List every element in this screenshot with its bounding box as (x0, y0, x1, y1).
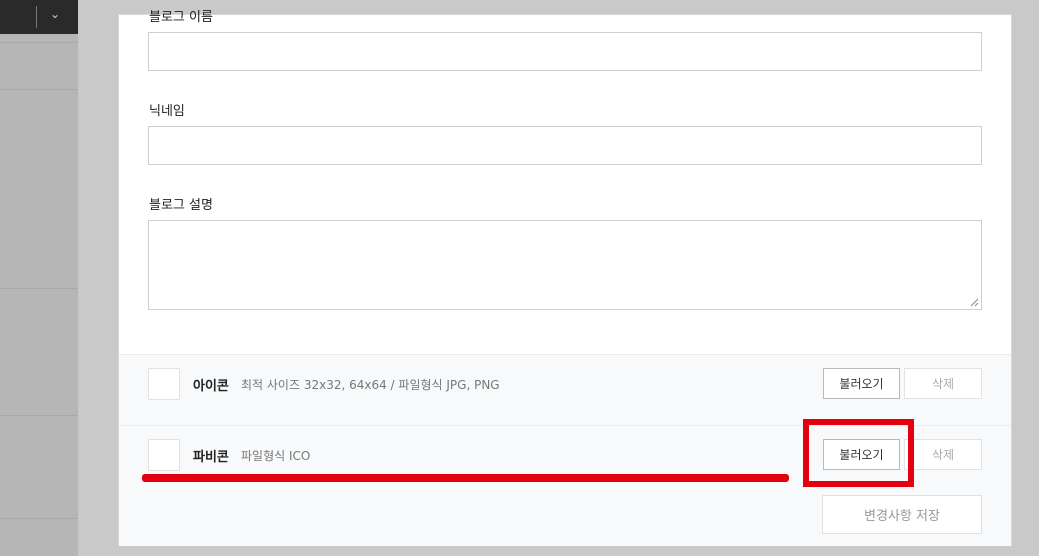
nickname-label: 닉네임 (149, 104, 185, 119)
chevron-down-icon[interactable]: ⌄ (50, 7, 60, 21)
background-divider (0, 42, 78, 43)
background-overlay (1022, 14, 1039, 556)
blog-description-textarea[interactable] (148, 220, 982, 310)
icon-preview (148, 368, 180, 400)
icon-upload-row: 아이콘 최적 사이즈 32x32, 64x64 / 파일형식 JPG, PNG … (119, 354, 1011, 426)
background-divider (0, 415, 78, 416)
blog-settings-panel: 블로그 이름 닉네임 블로그 설명 아이콘 최적 사이즈 32x32, 64x6… (118, 10, 1012, 546)
icon-delete-button[interactable]: 삭제 (904, 368, 982, 399)
favicon-description: 파일형식 ICO (241, 449, 311, 463)
blog-description-label: 블로그 설명 (149, 198, 213, 213)
favicon-delete-button[interactable]: 삭제 (904, 439, 982, 470)
topbar-divider (36, 6, 37, 28)
favicon-preview (148, 439, 180, 471)
settings-footer: 변경사항 저장 (119, 482, 1011, 546)
background-page: ⌄ (0, 0, 78, 556)
favicon-load-button[interactable]: 불러오기 (823, 439, 900, 470)
background-divider (0, 288, 78, 289)
background-overlay (78, 0, 1039, 14)
nickname-input[interactable] (148, 126, 982, 165)
background-divider (0, 518, 78, 519)
icon-description: 최적 사이즈 32x32, 64x64 / 파일형식 JPG, PNG (241, 378, 500, 392)
save-changes-button[interactable]: 변경사항 저장 (822, 495, 982, 534)
background-divider (0, 89, 78, 90)
background-topbar: ⌄ (0, 0, 78, 34)
blog-name-label: 블로그 이름 (149, 10, 213, 25)
favicon-title: 파비콘 (193, 450, 229, 465)
blog-name-input[interactable] (148, 32, 982, 71)
icon-title: 아이콘 (193, 379, 229, 394)
resize-handle-icon[interactable] (970, 298, 979, 307)
icon-load-button[interactable]: 불러오기 (823, 368, 900, 399)
